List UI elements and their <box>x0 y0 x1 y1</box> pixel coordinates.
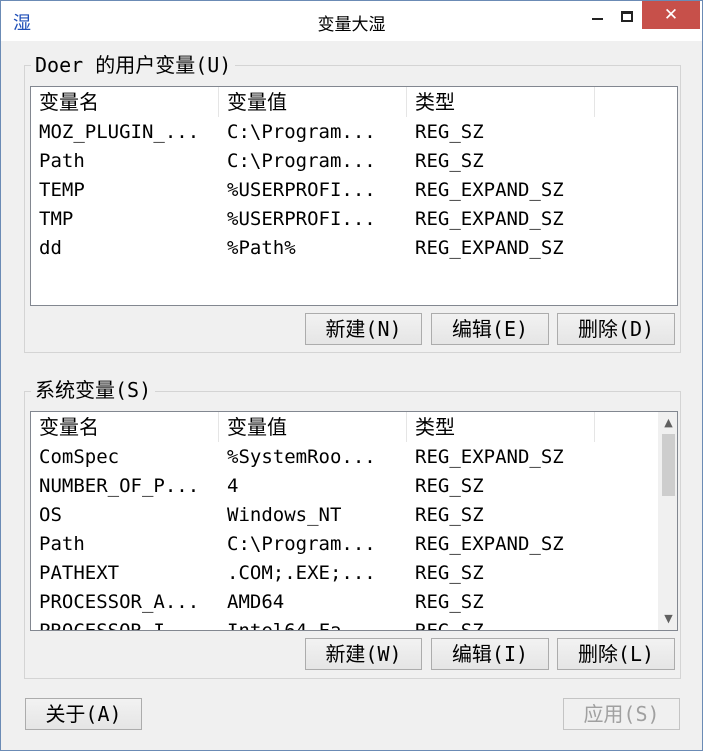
var-name-cell: OS <box>39 504 62 526</box>
table-row[interactable]: dd %Path% REG_EXPAND_SZ <box>31 234 677 263</box>
user-new-button[interactable]: 新建(N) <box>305 313 422 345</box>
table-row[interactable]: PROCESSOR_I... Intel64 Fa... REG_SZ <box>31 617 677 631</box>
var-name-cell: MOZ_PLUGIN_... <box>39 121 200 143</box>
var-name-cell: PROCESSOR_I... <box>39 620 200 631</box>
table-row[interactable]: PROCESSOR_A... AMD64 REG_SZ <box>31 588 677 617</box>
var-value-cell: .COM;.EXE;... <box>227 562 376 584</box>
var-name-cell: PROCESSOR_A... <box>39 591 200 613</box>
var-value-cell: Windows_NT <box>227 504 342 526</box>
system-delete-button[interactable]: 删除(L) <box>557 638 675 670</box>
user-vars-list[interactable]: 变量名 变量值 类型 MOZ_PLUGIN_... C:\Program... RE… <box>30 86 678 306</box>
scroll-down-icon[interactable]: ▼ <box>659 610 677 628</box>
column-header-value[interactable]: 变量值 <box>219 412 407 442</box>
table-row[interactable]: OS Windows_NT REG_SZ <box>31 501 677 530</box>
var-name-cell: TEMP <box>39 179 85 201</box>
var-type-cell: REG_SZ <box>415 620 484 631</box>
column-header-type[interactable]: 类型 <box>407 412 595 442</box>
about-button[interactable]: 关于(A) <box>25 698 142 730</box>
table-row[interactable]: MOZ_PLUGIN_... C:\Program... REG_SZ <box>31 118 677 147</box>
var-type-cell: REG_SZ <box>415 504 484 526</box>
var-value-cell: %Path% <box>227 237 296 259</box>
close-button[interactable]: ✕ <box>642 1 700 29</box>
var-type-cell: REG_EXPAND_SZ <box>415 208 564 230</box>
var-value-cell: Intel64 Fa... <box>227 620 376 631</box>
var-type-cell: REG_EXPAND_SZ <box>415 533 564 555</box>
var-value-cell: %SystemRoo... <box>227 446 376 468</box>
var-name-cell: ComSpec <box>39 446 120 468</box>
system-new-button[interactable]: 新建(W) <box>305 638 422 670</box>
table-row[interactable]: PATHEXT .COM;.EXE;... REG_SZ <box>31 559 677 588</box>
column-header-type[interactable]: 类型 <box>407 87 595 117</box>
scrollbar-thumb[interactable] <box>662 434 675 496</box>
user-vars-header: 变量名 变量值 类型 <box>31 87 677 117</box>
var-value-cell: C:\Program... <box>227 121 376 143</box>
var-name-cell: Path <box>39 533 85 555</box>
var-value-cell: %USERPROFI... <box>227 208 376 230</box>
system-vars-header: 变量名 变量值 类型 <box>31 412 677 442</box>
var-name-cell: NUMBER_OF_P... <box>39 475 200 497</box>
var-value-cell: %USERPROFI... <box>227 179 376 201</box>
table-row[interactable]: TEMP %USERPROFI... REG_EXPAND_SZ <box>31 176 677 205</box>
var-type-cell: REG_EXPAND_SZ <box>415 446 564 468</box>
column-header-name[interactable]: 变量名 <box>31 412 219 442</box>
apply-button[interactable]: 应用(S) <box>563 698 680 730</box>
var-type-cell: REG_SZ <box>415 121 484 143</box>
var-value-cell: C:\Program... <box>227 533 376 555</box>
maximize-icon <box>621 10 633 22</box>
var-name-cell: dd <box>39 237 62 259</box>
var-name-cell: PATHEXT <box>39 562 120 584</box>
var-type-cell: REG_EXPAND_SZ <box>415 237 564 259</box>
title-bar[interactable]: 湿 变量大湿 ✕ <box>1 1 702 41</box>
close-icon: ✕ <box>663 5 679 25</box>
var-type-cell: REG_SZ <box>415 475 484 497</box>
var-type-cell: REG_EXPAND_SZ <box>415 179 564 201</box>
column-header-value[interactable]: 变量值 <box>219 87 407 117</box>
var-name-cell: TMP <box>39 208 74 230</box>
var-value-cell: C:\Program... <box>227 150 376 172</box>
user-delete-button[interactable]: 删除(D) <box>557 313 675 345</box>
system-vars-scrollbar[interactable]: ▲ ▼ <box>658 412 677 630</box>
var-type-cell: REG_SZ <box>415 150 484 172</box>
main-window: 湿 变量大湿 ✕ Doer 的用户变量(U) 变量名 变量值 类型 MOZ_PL… <box>0 0 703 751</box>
column-header-name[interactable]: 变量名 <box>31 87 219 117</box>
user-edit-button[interactable]: 编辑(E) <box>431 313 549 345</box>
table-row[interactable]: Path C:\Program... REG_SZ <box>31 147 677 176</box>
table-row[interactable]: Path C:\Program... REG_EXPAND_SZ <box>31 530 677 559</box>
table-row[interactable]: ComSpec %SystemRoo... REG_EXPAND_SZ <box>31 443 677 472</box>
scroll-up-icon[interactable]: ▲ <box>659 414 677 432</box>
minimize-icon <box>591 18 603 20</box>
user-vars-legend: Doer 的用户变量(U) <box>31 53 236 77</box>
system-edit-button[interactable]: 编辑(I) <box>431 638 549 670</box>
var-value-cell: AMD64 <box>227 591 285 613</box>
var-name-cell: Path <box>39 150 85 172</box>
var-type-cell: REG_SZ <box>415 591 484 613</box>
var-type-cell: REG_SZ <box>415 562 484 584</box>
system-vars-legend: 系统变量(S) <box>31 378 156 402</box>
table-row[interactable]: NUMBER_OF_P... 4 REG_SZ <box>31 472 677 501</box>
table-row[interactable]: TMP %USERPROFI... REG_EXPAND_SZ <box>31 205 677 234</box>
var-value-cell: 4 <box>227 475 239 497</box>
system-vars-list[interactable]: 变量名 变量值 类型 ComSpec %SystemRoo... REG_EXPAN… <box>30 411 678 631</box>
